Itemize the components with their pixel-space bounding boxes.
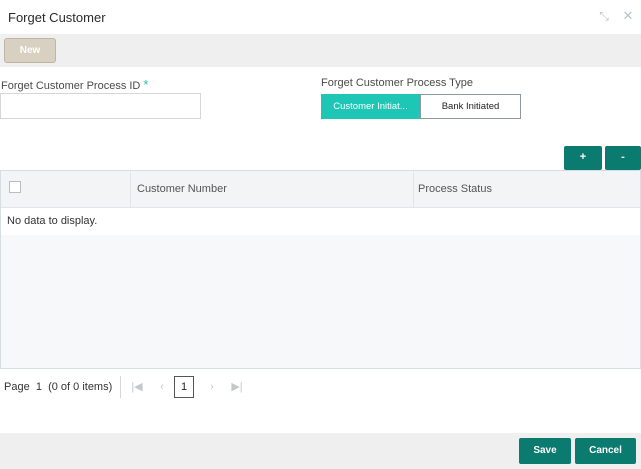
current-page-text: 1: [35, 381, 42, 393]
new-button[interactable]: New: [4, 38, 56, 63]
title-bar: Forget Customer ⤡ ✕: [0, 0, 641, 34]
first-page-icon[interactable]: |◀: [130, 379, 144, 395]
select-all-checkbox[interactable]: [9, 181, 21, 193]
items-summary: (0 of 0 items): [48, 381, 113, 393]
empty-message: No data to display.: [1, 208, 640, 235]
prev-page-icon[interactable]: ‹: [155, 379, 169, 395]
data-grid: Customer Number Process Status No data t…: [0, 170, 641, 369]
process-type-customer-initiated[interactable]: Customer Initiat...: [321, 94, 420, 119]
pagination-divider: [120, 376, 121, 398]
cancel-button[interactable]: Cancel: [575, 438, 636, 464]
page-label: Page: [4, 381, 30, 393]
process-id-label: Forget Customer Process ID *: [1, 77, 148, 92]
close-icon[interactable]: ✕: [621, 9, 635, 23]
save-button[interactable]: Save: [519, 438, 571, 464]
toolbar: New: [0, 34, 641, 67]
grid-header: Customer Number Process Status: [1, 171, 640, 208]
pagination-summary: Page 1 (0 of 0 items): [4, 381, 112, 393]
process-type-bank-initiated[interactable]: Bank Initiated: [420, 94, 521, 119]
column-customer-number[interactable]: Customer Number: [131, 171, 414, 208]
process-id-input[interactable]: [0, 93, 201, 119]
page-number-button[interactable]: 1: [174, 376, 194, 398]
column-process-status[interactable]: Process Status: [414, 171, 640, 208]
next-page-icon[interactable]: ›: [205, 379, 219, 395]
footer: Save Cancel: [0, 433, 641, 469]
pagination: Page 1 (0 of 0 items) |◀ ‹ 1 › ▶|: [0, 376, 641, 398]
collapse-arrows-icon[interactable]: ⤡: [597, 9, 611, 23]
required-marker: *: [143, 77, 149, 92]
process-type-label: Forget Customer Process Type: [321, 77, 474, 89]
last-page-icon[interactable]: ▶|: [230, 379, 244, 395]
remove-row-button[interactable]: -: [605, 146, 641, 170]
process-id-label-text: Forget Customer Process ID: [1, 80, 141, 92]
select-all-column: [1, 171, 131, 208]
window-title: Forget Customer: [8, 10, 106, 25]
add-row-button[interactable]: +: [564, 146, 602, 170]
